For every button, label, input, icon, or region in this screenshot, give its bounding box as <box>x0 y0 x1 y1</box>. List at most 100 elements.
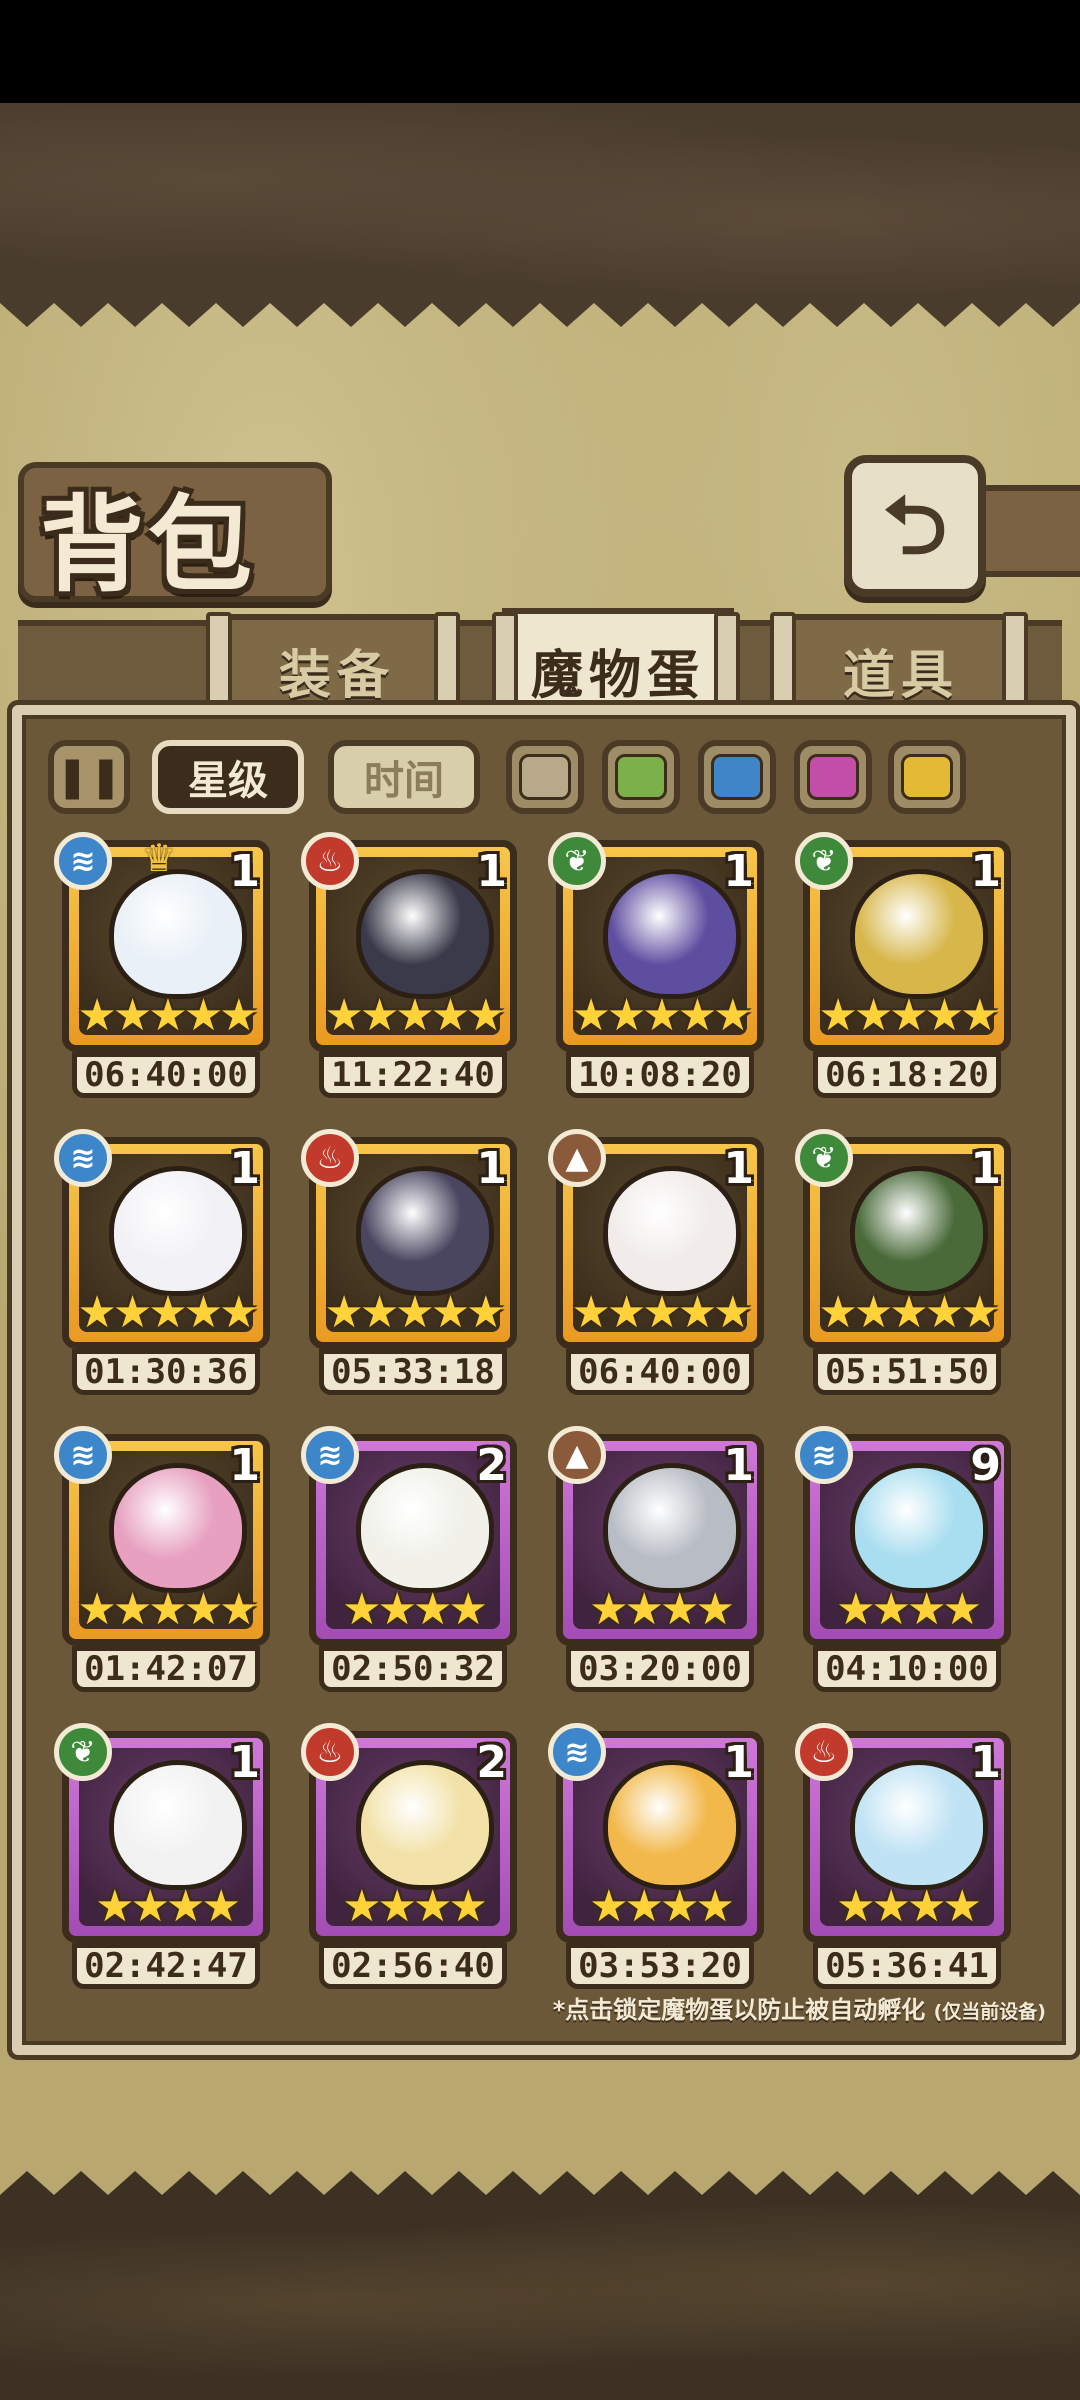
star-rating: ★★★★★ <box>571 1287 752 1338</box>
egg-card[interactable]: ❦ 1 ★★★★ 02:42:47 <box>54 1723 270 1993</box>
color-filter-button[interactable] <box>888 740 966 814</box>
hatch-timer: 06:40:00 <box>566 1349 754 1395</box>
star-rating: ★★★★★ <box>571 990 752 1041</box>
egg-count: 1 <box>970 1143 1001 1194</box>
water-element-icon: ≋ <box>54 1129 112 1187</box>
color-swatch <box>519 754 571 800</box>
star-rating: ★★★★ <box>836 1881 982 1932</box>
egg-card[interactable]: ♛ ≋ 1 ★★★★★ 06:40:00 <box>54 832 270 1102</box>
star-rating: ★★★★★ <box>324 1287 505 1338</box>
egg-count: 1 <box>723 1737 754 1788</box>
color-filter-button[interactable] <box>602 740 680 814</box>
hatch-timer: 06:40:00 <box>72 1052 260 1098</box>
hatch-timer: 05:51:50 <box>813 1349 1001 1395</box>
monster-egg-image <box>109 1760 247 1890</box>
hatch-timer: 04:10:00 <box>813 1646 1001 1692</box>
egg-card[interactable]: ≋ 1 ★★★★★ 01:42:07 <box>54 1426 270 1696</box>
monster-egg-image <box>850 869 988 999</box>
hatch-timer: 01:30:36 <box>72 1349 260 1395</box>
hatch-timer: 02:42:47 <box>72 1943 260 1989</box>
egg-card[interactable]: ♨ 1 ★★★★ 05:36:41 <box>795 1723 1011 1993</box>
monster-egg-image <box>603 869 741 999</box>
nature-element-icon: ❦ <box>54 1723 112 1781</box>
egg-count: 1 <box>229 1440 260 1491</box>
egg-count: 1 <box>723 1440 754 1491</box>
sort-by-time-button[interactable]: 时间 <box>328 740 480 814</box>
crown-icon: ♛ <box>142 836 177 880</box>
egg-card[interactable]: ≋ 2 ★★★★ 02:50:32 <box>301 1426 517 1696</box>
egg-card[interactable]: ❦ 1 ★★★★★ 06:18:20 <box>795 832 1011 1102</box>
egg-count: 1 <box>723 846 754 897</box>
star-rating: ★★★★★ <box>818 990 999 1041</box>
hatch-timer: 01:42:07 <box>72 1646 260 1692</box>
fire-element-icon: ♨ <box>301 1723 359 1781</box>
monster-egg-image <box>356 1166 494 1296</box>
sort-by-stars-button[interactable]: 星级 <box>152 740 304 814</box>
fire-element-icon: ♨ <box>795 1723 853 1781</box>
map-background-bottom <box>0 2205 1080 2400</box>
egg-count: 2 <box>476 1737 507 1788</box>
hatch-timer: 06:18:20 <box>813 1052 1001 1098</box>
sort-toggle-button[interactable]: ❚❚ <box>48 740 130 814</box>
monster-egg-image <box>109 869 247 999</box>
hatch-timer: 03:53:20 <box>566 1943 754 1989</box>
water-element-icon: ≋ <box>795 1426 853 1484</box>
fire-element-icon: ♨ <box>301 1129 359 1187</box>
hatch-timer: 10:08:20 <box>566 1052 754 1098</box>
egg-card[interactable]: ▲ 1 ★★★★ 03:20:00 <box>548 1426 764 1696</box>
color-swatch <box>711 754 763 800</box>
egg-count: 9 <box>970 1440 1001 1491</box>
monster-egg-image <box>109 1463 247 1593</box>
monster-egg-image <box>850 1463 988 1593</box>
egg-card[interactable]: ♨ 2 ★★★★ 02:56:40 <box>301 1723 517 1993</box>
egg-card[interactable]: ≋ 1 ★★★★ 03:53:20 <box>548 1723 764 1993</box>
earth-element-icon: ▲ <box>548 1129 606 1187</box>
egg-count: 1 <box>229 1143 260 1194</box>
hatch-timer: 05:33:18 <box>319 1349 507 1395</box>
hatch-timer: 02:56:40 <box>319 1943 507 1989</box>
earth-element-icon: ▲ <box>548 1426 606 1484</box>
color-filter-button[interactable] <box>698 740 776 814</box>
color-swatch <box>615 754 667 800</box>
egg-card[interactable]: ♨ 1 ★★★★★ 11:22:40 <box>301 832 517 1102</box>
color-filter-button[interactable] <box>794 740 872 814</box>
egg-count: 1 <box>229 1737 260 1788</box>
hatch-timer: 11:22:40 <box>319 1052 507 1098</box>
egg-card[interactable]: ❦ 1 ★★★★★ 05:51:50 <box>795 1129 1011 1399</box>
egg-count: 1 <box>970 1737 1001 1788</box>
egg-card[interactable]: ♨ 1 ★★★★★ 05:33:18 <box>301 1129 517 1399</box>
water-element-icon: ≋ <box>54 1426 112 1484</box>
egg-card[interactable]: ❦ 1 ★★★★★ 10:08:20 <box>548 832 764 1102</box>
footnote: *点击锁定魔物蛋以防止被自动孵化 (仅当前设备) <box>553 1990 1046 2025</box>
egg-card[interactable]: ≋ 9 ★★★★ 04:10:00 <box>795 1426 1011 1696</box>
footnote-main: *点击锁定魔物蛋以防止被自动孵化 <box>552 1996 926 2024</box>
zigzag-edge-top <box>0 293 1080 327</box>
nature-element-icon: ❦ <box>548 832 606 890</box>
water-element-icon: ≋ <box>54 832 112 890</box>
zigzag-edge-bottom <box>0 2171 1080 2205</box>
fire-element-icon: ♨ <box>301 832 359 890</box>
monster-egg-image <box>850 1760 988 1890</box>
hatch-timer: 03:20:00 <box>566 1646 754 1692</box>
color-swatch <box>901 754 953 800</box>
monster-egg-image <box>850 1166 988 1296</box>
star-rating: ★★★★★ <box>324 990 505 1041</box>
egg-count: 1 <box>476 846 507 897</box>
egg-count: 2 <box>476 1440 507 1491</box>
color-filter-button[interactable] <box>506 740 584 814</box>
monster-egg-image <box>109 1166 247 1296</box>
monster-egg-image <box>603 1463 741 1593</box>
egg-card[interactable]: ≋ 1 ★★★★★ 01:30:36 <box>54 1129 270 1399</box>
egg-count: 1 <box>229 846 260 897</box>
egg-card[interactable]: ▲ 1 ★★★★★ 06:40:00 <box>548 1129 764 1399</box>
color-swatch <box>807 754 859 800</box>
monster-egg-image <box>603 1760 741 1890</box>
monster-egg-image <box>356 1463 494 1593</box>
back-arrow-icon: ⮌ <box>882 479 948 572</box>
hatch-timer: 02:50:32 <box>319 1646 507 1692</box>
back-button[interactable]: ⮌ <box>844 455 986 597</box>
page-title: 背包 <box>40 483 257 606</box>
egg-count: 1 <box>476 1143 507 1194</box>
footnote-device-note: (仅当前设备) <box>933 2001 1046 2023</box>
star-rating: ★★★★ <box>342 1881 488 1932</box>
